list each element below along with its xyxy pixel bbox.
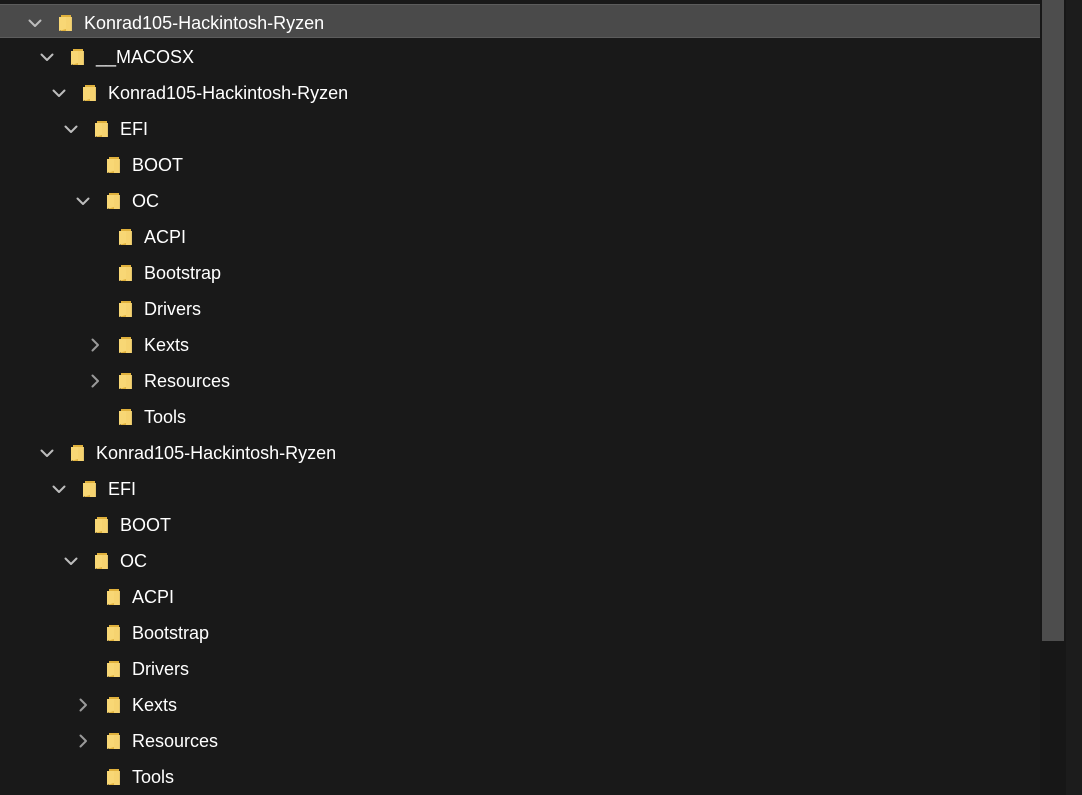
folder-icon [118, 300, 134, 318]
window-edge [1066, 0, 1082, 795]
chevron-down-icon[interactable] [37, 47, 57, 67]
tree-row-label: OC [120, 551, 147, 571]
vertical-scrollbar-thumb[interactable] [1042, 0, 1064, 641]
chevron-down-icon[interactable] [37, 443, 57, 463]
tree-row-label: Kexts [132, 695, 178, 715]
tree-row[interactable]: Drivers [0, 651, 1040, 687]
chevron-right-icon[interactable] [85, 371, 105, 391]
tree-row-label: Bootstrap [132, 623, 210, 643]
chevron-down-icon[interactable] [61, 119, 81, 139]
folder-icon [82, 84, 98, 102]
folder-icon [106, 192, 122, 210]
tree-row-label: Konrad105-Hackintosh-Ryzen [108, 83, 349, 103]
tree-row[interactable]: Resources [0, 723, 1040, 759]
folder-icon [82, 480, 98, 498]
tree-row[interactable]: Konrad105-Hackintosh-Ryzen [0, 4, 1040, 38]
folder-icon [106, 588, 122, 606]
folder-icon [70, 444, 86, 462]
tree-row[interactable]: EFI [0, 111, 1040, 147]
folder-icon [106, 624, 122, 642]
folder-icon [118, 336, 134, 354]
tree-row[interactable]: Tools [0, 759, 1040, 795]
folder-icon [70, 48, 86, 66]
tree-row-label: Resources [144, 371, 231, 391]
tree-row-label: Tools [144, 407, 187, 427]
folder-icon [94, 120, 110, 138]
tree-row[interactable]: OC [0, 543, 1040, 579]
folder-icon [118, 264, 134, 282]
chevron-down-icon[interactable] [61, 551, 81, 571]
tree-row-label: BOOT [120, 515, 172, 535]
tree-row[interactable]: OC [0, 183, 1040, 219]
folder-icon [106, 696, 122, 714]
tree-row[interactable]: Kexts [0, 327, 1040, 363]
folder-icon [106, 732, 122, 750]
chevron-right-icon[interactable] [85, 335, 105, 355]
chevron-down-icon[interactable] [49, 83, 69, 103]
tree-row-label: OC [132, 191, 159, 211]
folder-icon [106, 768, 122, 786]
tree-row[interactable]: ACPI [0, 579, 1040, 615]
tree-row[interactable]: __MACOSX [0, 39, 1040, 75]
folder-icon [118, 372, 134, 390]
tree-row-label: EFI [108, 479, 137, 499]
tree-row-label: Konrad105-Hackintosh-Ryzen [96, 443, 337, 463]
tree-row[interactable]: Tools [0, 399, 1040, 435]
chevron-right-icon[interactable] [73, 731, 93, 751]
folder-icon [58, 14, 74, 32]
folder-tree[interactable]: Konrad105-Hackintosh-Ryzen __MACOSX Konrad… [0, 0, 1040, 795]
tree-row-label: __MACOSX [96, 47, 195, 67]
folder-icon [106, 660, 122, 678]
tree-row[interactable]: EFI [0, 471, 1040, 507]
tree-row-label: BOOT [132, 155, 184, 175]
chevron-right-icon[interactable] [73, 695, 93, 715]
tree-row[interactable]: Bootstrap [0, 615, 1040, 651]
tree-row-label: Resources [132, 731, 219, 751]
tree-row[interactable]: Bootstrap [0, 255, 1040, 291]
folder-icon [118, 228, 134, 246]
chevron-down-icon[interactable] [25, 13, 45, 33]
tree-row[interactable]: ACPI [0, 219, 1040, 255]
tree-row-label: Bootstrap [144, 263, 222, 283]
tree-row[interactable]: Resources [0, 363, 1040, 399]
tree-row[interactable]: BOOT [0, 147, 1040, 183]
tree-row[interactable]: BOOT [0, 507, 1040, 543]
tree-row-label: Drivers [132, 659, 189, 679]
tree-row-label: Drivers [144, 299, 201, 319]
tree-row[interactable]: Konrad105-Hackintosh-Ryzen [0, 75, 1040, 111]
chevron-down-icon[interactable] [73, 191, 93, 211]
tree-row-label: Tools [132, 767, 175, 787]
tree-row-label: Kexts [144, 335, 190, 355]
tree-row[interactable]: Konrad105-Hackintosh-Ryzen [0, 435, 1040, 471]
folder-icon [94, 516, 110, 534]
folder-icon [94, 552, 110, 570]
folder-icon [106, 156, 122, 174]
tree-row[interactable]: Kexts [0, 687, 1040, 723]
folder-icon [118, 408, 134, 426]
tree-row-label: EFI [120, 119, 149, 139]
tree-row-label: Konrad105-Hackintosh-Ryzen [84, 13, 325, 33]
chevron-down-icon[interactable] [49, 479, 69, 499]
tree-row-label: ACPI [144, 227, 187, 247]
tree-row-label: ACPI [132, 587, 175, 607]
tree-row[interactable]: Drivers [0, 291, 1040, 327]
